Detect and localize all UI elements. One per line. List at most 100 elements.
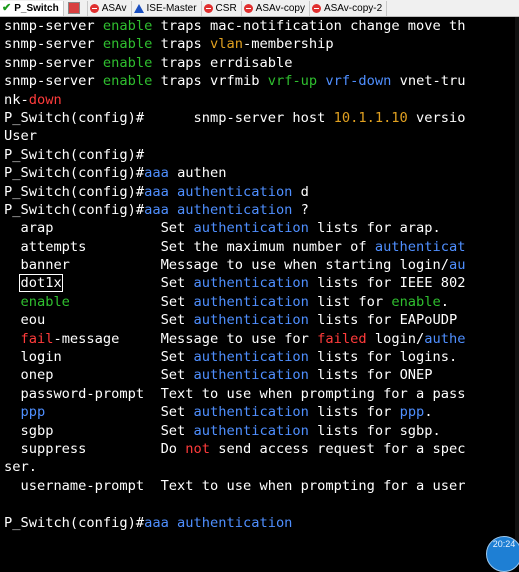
terminal-text: authentication (193, 349, 309, 366)
terminal-text: P_Switch(config)# snmp-server host (4, 109, 334, 126)
terminal-line: P_Switch(config)# (4, 146, 519, 164)
terminal-text: 10.1.1.10 (333, 109, 408, 126)
terminal-text: P_Switch(config)# (4, 514, 145, 531)
terminal-text: not (185, 440, 211, 457)
window-icon (67, 2, 80, 14)
terminal-text: failed (317, 330, 367, 347)
terminal-line: P_Switch(config)#aaa authentication (4, 514, 519, 532)
terminal-line: login Set authentication lists for login… (4, 348, 519, 366)
terminal-text: lists for ONEP (308, 367, 433, 384)
terminal-text: lists for arap. (308, 220, 441, 237)
session-tab[interactable]: ASAv-copy (242, 0, 310, 16)
stop-icon (311, 3, 321, 13)
terminal-text: Set (61, 275, 194, 292)
terminal-line: enable Set authentication list for enabl… (4, 293, 519, 311)
terminal-text: vrf-down (325, 73, 392, 90)
terminal-text: username-prompt Text to use when prompti… (4, 477, 466, 494)
terminal-line: eou Set authentication lists for EAPoUDP (4, 311, 519, 329)
terminal-line: P_Switch(config)# snmp-server host 10.1.… (4, 109, 519, 127)
terminal-line: ser. (4, 458, 519, 476)
terminal-text: Set (45, 404, 194, 421)
terminal-text: enable (391, 293, 441, 310)
terminal-line: sgbp Set authentication lists for sgbp. (4, 422, 519, 440)
terminal-output[interactable]: snmp-server enable traps mac-notificatio… (0, 17, 519, 546)
terminal-text: sgbp Set (4, 422, 194, 439)
terminal-text: authentication (193, 404, 309, 421)
terminal-text: login/ (366, 330, 425, 347)
terminal-text: lists for (308, 404, 400, 421)
terminal-text: lists for logins. (308, 349, 458, 366)
terminal-text: . (424, 404, 433, 421)
terminal-text: onep Set (4, 367, 194, 384)
tab-label: ASAv-copy (255, 2, 305, 14)
terminal-text: enable (102, 54, 153, 71)
terminal-text: authenticat (374, 238, 466, 255)
terminal-text: password-prompt Text to use when prompti… (4, 385, 466, 402)
terminal-text: traps errdisable (152, 54, 293, 71)
terminal-text: -message Message to use for (53, 330, 318, 347)
terminal-text: P_Switch(config)# (4, 165, 145, 182)
terminal-text: send access request for a spec (210, 440, 466, 457)
terminal-text: lists for EAPoUDP (308, 312, 458, 329)
terminal-text: snmp-server (4, 36, 103, 53)
terminal-text: authentication (193, 275, 309, 292)
terminal-text: enable (4, 293, 70, 310)
terminal-text: attempts Set the maximum number of (4, 238, 375, 255)
tab-label: CSR (215, 2, 237, 14)
terminal-text: vnet-tru (391, 73, 466, 90)
terminal-text: P_Switch(config)# (4, 183, 145, 200)
terminal-text: authen (168, 165, 227, 182)
stop-icon (89, 3, 99, 13)
terminal-text: login Set (4, 349, 194, 366)
terminal-text: enable (102, 36, 153, 53)
terminal-text: snmp-server (4, 18, 103, 34)
terminal-text: User (4, 128, 37, 145)
terminal-text: banner Message to use when starting logi… (4, 257, 449, 274)
terminal-text: eou Set (4, 312, 194, 329)
terminal-text: snmp-server (4, 54, 103, 71)
terminal-text: snmp-server (4, 73, 103, 90)
clock-label: 20:24 (492, 539, 516, 549)
terminal-text: aaa authentication (144, 514, 293, 531)
stop-icon (243, 3, 253, 13)
tab-label: P_Switch (14, 2, 59, 14)
warning-icon (133, 3, 144, 13)
session-tab[interactable]: ASAv-copy-2 (310, 0, 388, 16)
terminal-text: down (28, 91, 62, 108)
terminal-text: suppress Do (4, 440, 186, 457)
terminal-text: Set (69, 293, 194, 310)
session-tab[interactable] (64, 0, 88, 16)
tab-label: ASAv-copy-2 (323, 2, 383, 14)
terminal-text: authentication (193, 312, 309, 329)
terminal-text: -membership (243, 36, 334, 53)
session-tab[interactable]: ✔ P_Switch (0, 0, 64, 16)
terminal-text: nk- (4, 91, 29, 108)
terminal-text: vrf-up (267, 73, 318, 90)
terminal-text: fail (4, 330, 54, 347)
terminal-scrollbar[interactable] (515, 17, 519, 546)
terminal-line: nk-down (4, 91, 519, 109)
terminal-text: traps mac-notification change move th (152, 18, 466, 34)
session-tab[interactable]: ASAv (88, 0, 132, 16)
terminal-text: d (292, 183, 309, 200)
terminal-text: P_Switch(config)# (4, 146, 145, 163)
terminal-line: attempts Set the maximum number of authe… (4, 238, 519, 256)
terminal-text: ? (292, 201, 309, 218)
terminal-text: authentication (193, 220, 309, 237)
terminal-text: enable (102, 73, 153, 90)
terminal-text: traps (152, 36, 211, 53)
terminal-line: password-prompt Text to use when prompti… (4, 385, 519, 403)
terminal-line: suppress Do not send access request for … (4, 440, 519, 458)
terminal-text: . (440, 293, 450, 310)
stop-icon (203, 3, 213, 13)
terminal-text: enable (102, 18, 153, 34)
terminal-line: onep Set authentication lists for ONEP (4, 366, 519, 384)
terminal-line: dot1x Set authentication lists for IEEE … (4, 274, 519, 293)
terminal-text: authe (424, 330, 466, 347)
session-tab[interactable]: ISE-Master (132, 0, 202, 16)
session-tab[interactable]: CSR (202, 0, 242, 16)
terminal-text: authentication (193, 293, 309, 310)
terminal-text: authentication (193, 422, 309, 439)
